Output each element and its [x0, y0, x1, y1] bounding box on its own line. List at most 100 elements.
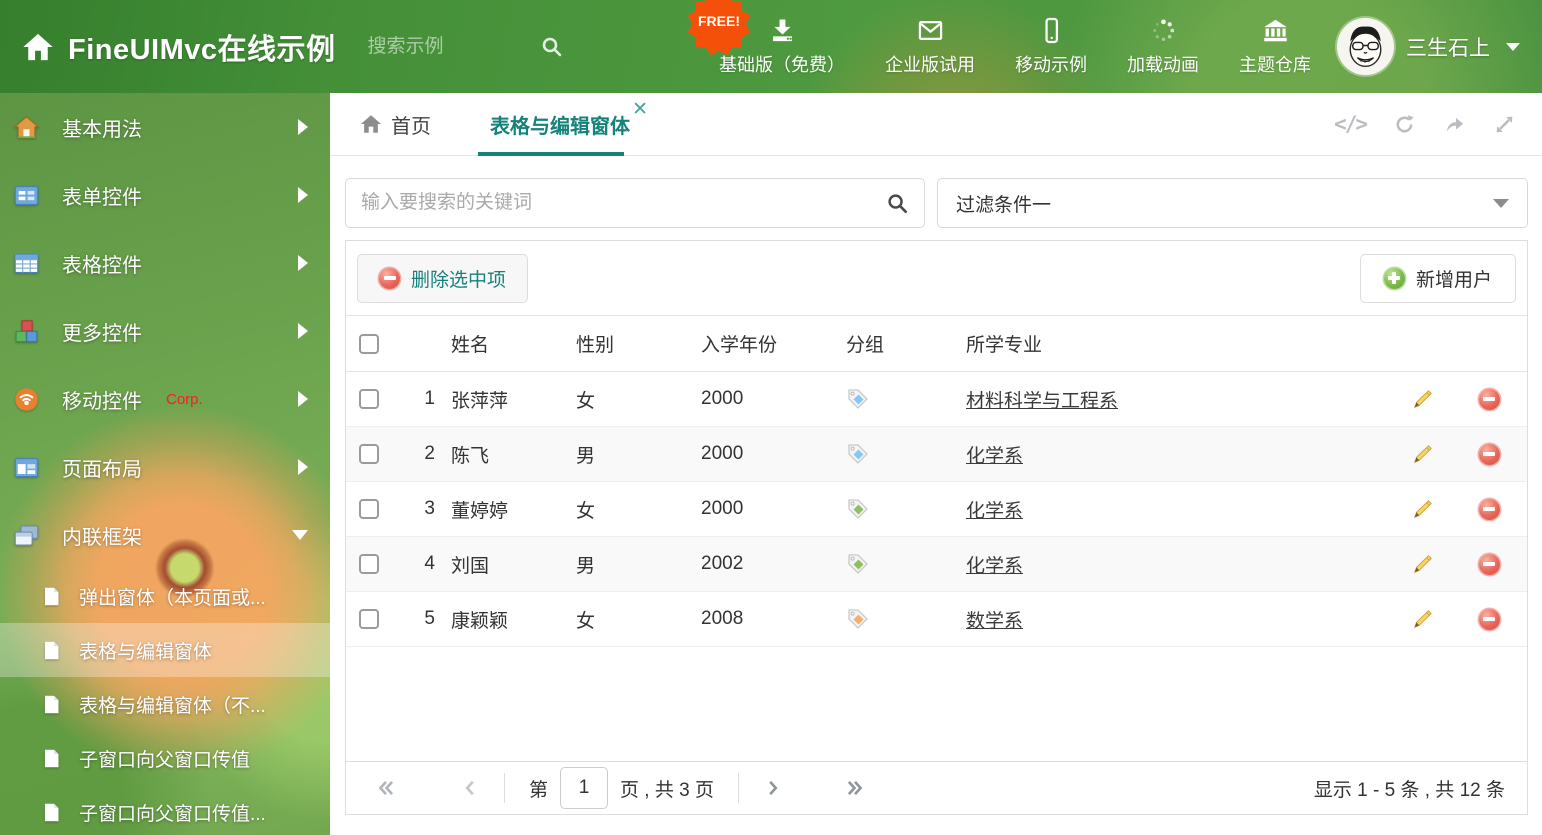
- sidebar-item-iframe[interactable]: 内联框架: [0, 501, 330, 569]
- next-page-icon[interactable]: [763, 778, 783, 798]
- cell-gender: 女: [576, 390, 596, 412]
- signal-icon: [15, 387, 38, 411]
- sidebar-item-grid-controls[interactable]: 表格控件: [0, 229, 330, 297]
- sidebar-subitem-grid-edit-window[interactable]: 表格与编辑窗体: [0, 623, 330, 677]
- filter-dropdown[interactable]: 过滤条件一: [937, 178, 1528, 228]
- edit-icon[interactable]: [1412, 498, 1434, 520]
- view-source-icon[interactable]: </>: [1334, 112, 1368, 136]
- sidebar-subitem-child-to-parent-2[interactable]: 子窗口向父窗口传值...: [0, 785, 330, 835]
- divider: [504, 773, 505, 803]
- prev-page-icon[interactable]: [460, 778, 480, 798]
- cell-name: 刘国: [451, 555, 490, 577]
- form-icon: [14, 185, 39, 205]
- avatar[interactable]: [1337, 18, 1394, 75]
- edit-icon[interactable]: [1412, 553, 1434, 575]
- chevron-right-icon: [298, 323, 308, 339]
- col-header-gender[interactable]: 性别: [564, 330, 689, 357]
- col-header-group[interactable]: 分组: [834, 330, 954, 357]
- user-name: 三生石上: [1406, 36, 1490, 60]
- cell-year: 2000: [701, 443, 744, 464]
- nav-mobile-demo[interactable]: 移动示例: [1015, 17, 1087, 77]
- spinner-icon: [1152, 18, 1174, 41]
- cell-year: 2000: [701, 388, 744, 409]
- delete-row-icon[interactable]: [1478, 443, 1500, 465]
- major-link[interactable]: 化学系: [966, 501, 1023, 522]
- user-caret-icon: [1506, 42, 1520, 51]
- row-checkbox[interactable]: [358, 609, 379, 629]
- col-header-name[interactable]: 姓名: [439, 330, 564, 357]
- dropdown-caret-icon: [1493, 198, 1509, 208]
- share-icon[interactable]: [1443, 113, 1466, 136]
- tag-icon[interactable]: [846, 442, 870, 466]
- select-all-checkbox[interactable]: [358, 333, 379, 354]
- search-icon[interactable]: [886, 192, 909, 215]
- user-menu[interactable]: 三生石上: [1337, 18, 1520, 75]
- delete-row-icon[interactable]: [1478, 498, 1500, 520]
- envelope-icon: [918, 20, 942, 40]
- header-search-input[interactable]: [367, 35, 518, 58]
- grid-empty-space: [346, 647, 1527, 761]
- app-title: FineUIMvc在线示例: [68, 33, 336, 66]
- row-number: 1: [424, 388, 435, 409]
- delete-selected-button[interactable]: 删除选中项: [357, 253, 529, 303]
- row-number: 3: [424, 498, 435, 519]
- cell-year: 2008: [701, 608, 744, 629]
- tab-close-icon[interactable]: ✕: [632, 100, 648, 119]
- page-number-input[interactable]: [560, 767, 609, 809]
- filter-row: 过滤条件一: [345, 178, 1528, 228]
- file-icon: [44, 641, 59, 659]
- tag-icon[interactable]: [846, 497, 870, 521]
- row-checkbox[interactable]: [358, 499, 379, 519]
- delete-row-icon[interactable]: [1478, 553, 1500, 575]
- page-label-prefix: 第: [529, 779, 549, 801]
- edit-icon[interactable]: [1412, 388, 1434, 410]
- delete-row-icon[interactable]: [1478, 608, 1500, 630]
- sidebar-item-mobile-controls[interactable]: 移动控件 Corp.: [0, 365, 330, 433]
- sidebar-subitem-child-to-parent[interactable]: 子窗口向父窗口传值: [0, 731, 330, 785]
- col-header-year[interactable]: 入学年份: [689, 330, 834, 357]
- chevron-right-icon: [298, 119, 308, 135]
- chevron-right-icon: [298, 187, 308, 203]
- tab-home[interactable]: 首页: [360, 110, 431, 139]
- tab-grid-edit-window[interactable]: 表格与编辑窗体 ✕: [478, 93, 648, 156]
- delete-row-icon[interactable]: [1478, 388, 1500, 410]
- tag-icon[interactable]: [846, 387, 870, 411]
- sidebar-item-form-controls[interactable]: 表单控件: [0, 161, 330, 229]
- sidebar-item-more-controls[interactable]: 更多控件: [0, 297, 330, 365]
- nav-theme-repo[interactable]: 主题仓库: [1239, 17, 1311, 77]
- page-label-suffix: 页 , 共 3 页: [620, 779, 714, 801]
- tag-icon[interactable]: [846, 607, 870, 631]
- refresh-icon[interactable]: [1393, 113, 1416, 136]
- major-link[interactable]: 数学系: [966, 611, 1023, 632]
- major-link[interactable]: 材料科学与工程系: [966, 391, 1118, 412]
- first-page-icon[interactable]: [376, 778, 396, 798]
- tag-icon[interactable]: [846, 552, 870, 576]
- nav-loading-anim[interactable]: 加载动画: [1127, 17, 1199, 77]
- major-link[interactable]: 化学系: [966, 556, 1023, 577]
- nav-enterprise-trial[interactable]: 企业版试用: [885, 17, 975, 77]
- edit-icon[interactable]: [1412, 608, 1434, 630]
- app-header: FineUIMvc在线示例 FREE! 基础版（免费） 企业版试用 移动示例 加…: [0, 0, 1542, 93]
- app-home-icon[interactable]: [22, 31, 54, 63]
- keyword-search-box: [345, 178, 925, 228]
- major-link[interactable]: 化学系: [966, 446, 1023, 467]
- tab-bar: 首页 表格与编辑窗体 ✕ </>: [330, 93, 1542, 156]
- edit-icon[interactable]: [1412, 443, 1434, 465]
- cell-gender: 男: [576, 445, 596, 467]
- sidebar-item-page-layout[interactable]: 页面布局: [0, 433, 330, 501]
- sidebar-subitem-popup-window[interactable]: 弹出窗体（本页面或...: [0, 569, 330, 623]
- col-header-major[interactable]: 所学专业: [954, 330, 1395, 357]
- row-checkbox[interactable]: [358, 444, 379, 464]
- keyword-search-input[interactable]: [361, 192, 886, 214]
- add-user-button[interactable]: 新增用户: [1359, 253, 1516, 303]
- row-checkbox[interactable]: [358, 389, 379, 409]
- cell-name: 张萍萍: [451, 390, 509, 412]
- header-search-icon[interactable]: [540, 35, 564, 59]
- expand-icon[interactable]: [1493, 113, 1516, 136]
- sidebar-item-basic-usage[interactable]: 基本用法: [0, 93, 330, 161]
- page-content: 过滤条件一 删除选中项 新增用户 姓名 性别 入学年份: [330, 178, 1542, 815]
- last-page-icon[interactable]: [845, 778, 865, 798]
- row-checkbox[interactable]: [358, 554, 379, 574]
- sidebar-subitem-grid-edit-window-2[interactable]: 表格与编辑窗体（不...: [0, 677, 330, 731]
- cubes-icon: [15, 319, 38, 342]
